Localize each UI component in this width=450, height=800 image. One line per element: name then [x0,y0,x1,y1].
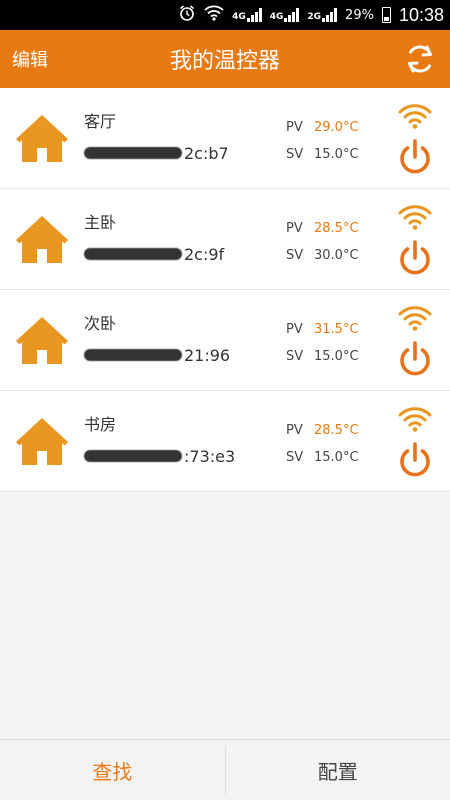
device-list: 客厅 2c:b7 PV 29.0°C SV 15.0°C 主卧 2c:9f PV… [0,88,450,492]
device-mac: 2c:9f [84,245,224,264]
redacted-mac [84,450,182,462]
clock: 10:38 [398,4,444,25]
bottom-bar: 查找 配置 [0,739,450,800]
sv-label: SV [286,248,304,263]
pv-value: 31.5°C [314,322,359,337]
device-temps: PV 28.5°C SV 15.0°C [286,417,359,471]
home-icon [16,216,68,263]
redacted-mac [84,147,182,159]
page-title: 我的温控器 [169,49,280,74]
device-item-1[interactable]: 主卧 2c:9f PV 28.5°C SV 30.0°C [0,189,450,290]
device-name: 主卧 [84,212,117,232]
home-icon [16,418,68,465]
device-name: 次卧 [84,313,117,333]
edit-button[interactable]: 编辑 [12,46,48,72]
sv-label: SV [286,147,304,162]
signal-4g-2: 4G [270,8,300,22]
signal-bars-icon [246,8,262,22]
power-icon[interactable] [398,441,432,479]
pv-value: 29.0°C [314,120,359,135]
sv-value: 15.0°C [314,349,359,364]
battery-icon [381,7,391,23]
home-icon [16,115,68,162]
pv-value: 28.5°C [314,221,359,236]
signal-bars-icon [322,8,338,22]
sv-value: 30.0°C [314,248,359,263]
device-temps: PV 28.5°C SV 30.0°C [286,215,359,269]
pv-label: PV [286,322,303,337]
home-icon [16,317,68,364]
config-button[interactable]: 配置 [226,740,450,800]
redacted-mac [84,248,182,260]
wifi-icon [398,205,432,230]
device-item-2[interactable]: 次卧 21:96 PV 31.5°C SV 15.0°C [0,290,450,391]
power-icon[interactable] [398,239,432,277]
pv-label: PV [286,221,303,236]
device-mac: :73:e3 [84,447,235,466]
pv-value: 28.5°C [314,423,359,438]
sv-value: 15.0°C [314,450,359,465]
pv-label: PV [286,120,303,135]
wifi-icon [398,407,432,432]
device-mac: 2c:b7 [84,144,229,163]
wifi-icon [398,306,432,331]
device-item-0[interactable]: 客厅 2c:b7 PV 29.0°C SV 15.0°C [0,88,450,189]
redacted-mac [84,349,182,361]
wifi-icon [398,104,432,129]
device-temps: PV 31.5°C SV 15.0°C [286,316,359,370]
wifi-status-icon [204,5,224,25]
sv-label: SV [286,450,304,465]
signal-4g-1: 4G [232,8,262,22]
device-name: 客厅 [84,111,117,131]
signal-bars-icon [284,8,300,22]
battery-percent: 29% [345,7,374,23]
refresh-icon[interactable] [402,41,438,77]
device-temps: PV 29.0°C SV 15.0°C [286,114,359,168]
power-icon[interactable] [398,340,432,378]
device-name: 书房 [84,414,117,434]
sv-value: 15.0°C [314,147,359,162]
signal-2g: 2G [307,8,338,22]
pv-label: PV [286,423,303,438]
status-bar: 4G 4G 2G 29% 10:38 [0,0,450,30]
device-mac: 21:96 [84,346,230,365]
find-button[interactable]: 查找 [0,740,225,800]
app-header: 编辑 我的温控器 [0,30,450,88]
sv-label: SV [286,349,304,364]
device-item-3[interactable]: 书房 :73:e3 PV 28.5°C SV 15.0°C [0,391,450,492]
power-icon[interactable] [398,138,432,176]
alarm-icon [178,4,196,26]
